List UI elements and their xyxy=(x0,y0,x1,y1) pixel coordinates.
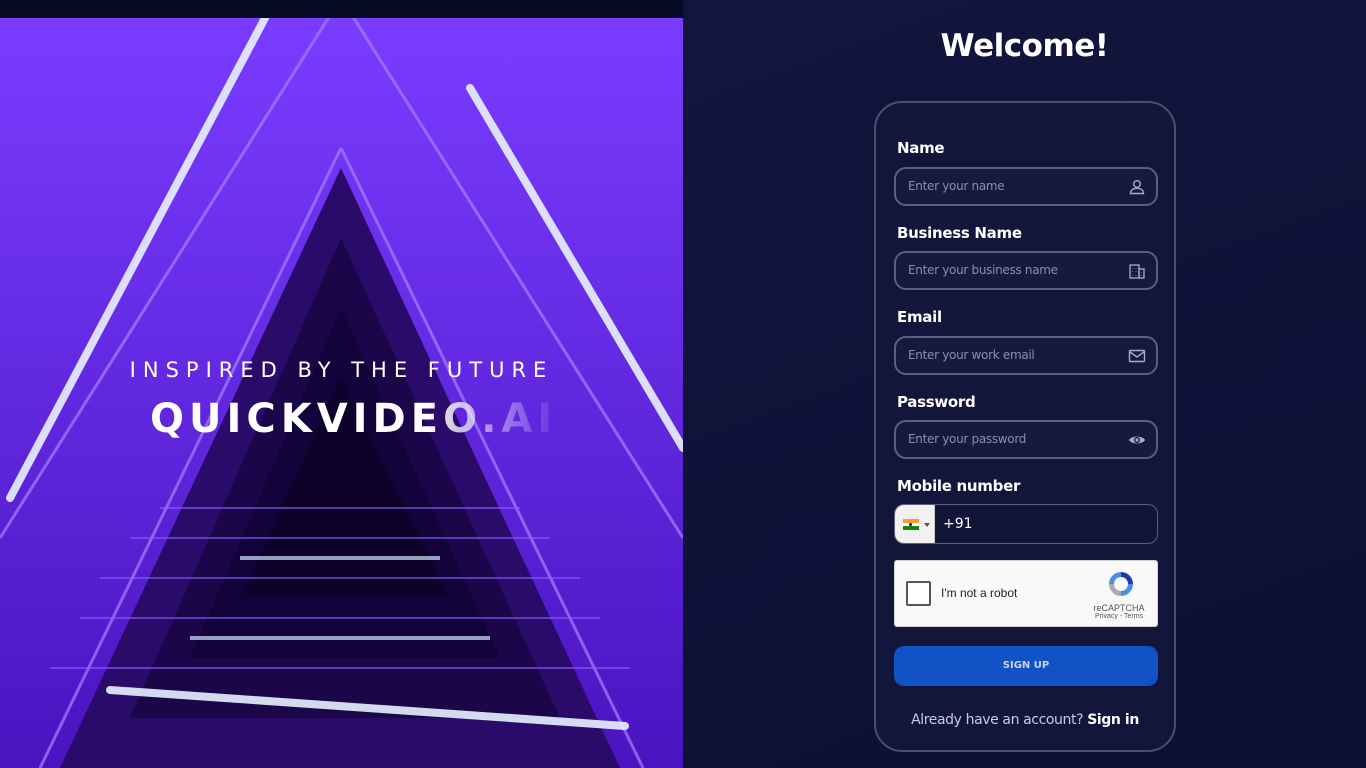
name-input[interactable]: Enter your name xyxy=(894,167,1158,206)
country-code: +91 xyxy=(943,516,973,532)
sign-up-button[interactable]: SIGN UP xyxy=(894,646,1158,686)
mobile-number-label: Mobile number xyxy=(897,477,1021,495)
hero-tagline: INSPIRED BY THE FUTURE xyxy=(129,358,554,382)
user-icon xyxy=(1129,180,1145,195)
hero-panel: INSPIRED BY THE FUTURE QUICKVIDEO.AI xyxy=(0,18,683,768)
country-selector[interactable] xyxy=(895,505,935,543)
password-placeholder: Enter your password xyxy=(908,432,1027,446)
mobile-number-input[interactable]: +91 xyxy=(894,504,1158,544)
signup-form-card: Name Enter your name Business Name Enter… xyxy=(874,101,1176,752)
hero-brand: QUICKVIDEO.AI xyxy=(150,396,558,442)
password-input[interactable]: Enter your password xyxy=(894,420,1158,459)
recaptcha-links[interactable]: Privacy - Terms xyxy=(1081,613,1157,620)
recaptcha-checkbox[interactable] xyxy=(906,581,931,606)
sign-in-link[interactable]: Sign in xyxy=(1087,712,1139,728)
eye-icon[interactable] xyxy=(1128,431,1146,449)
signin-prompt: Already have an account? Sign in xyxy=(876,712,1174,728)
business-name-placeholder: Enter your business name xyxy=(908,263,1058,277)
building-icon xyxy=(1129,264,1145,279)
password-label: Password xyxy=(897,393,976,411)
signin-prompt-text: Already have an account? xyxy=(911,712,1084,728)
mail-icon xyxy=(1128,349,1146,363)
recaptcha-brand: reCAPTCHA xyxy=(1093,603,1145,613)
hero-background-image xyxy=(0,18,683,768)
email-label: Email xyxy=(897,308,942,326)
recaptcha-logo-icon xyxy=(1109,572,1133,596)
name-placeholder: Enter your name xyxy=(908,179,1005,193)
signup-panel: Welcome! Name Enter your name Business N… xyxy=(683,0,1366,768)
india-flag-icon xyxy=(903,519,919,530)
recaptcha-label: I'm not a robot xyxy=(941,586,1018,600)
name-label: Name xyxy=(897,139,945,157)
email-input[interactable]: Enter your work email xyxy=(894,336,1158,375)
recaptcha-widget: I'm not a robot reCAPTCHA Privacy - Term… xyxy=(894,560,1158,627)
chevron-down-icon xyxy=(924,523,930,527)
email-placeholder: Enter your work email xyxy=(908,348,1035,362)
top-strip xyxy=(0,0,683,18)
business-name-input[interactable]: Enter your business name xyxy=(894,251,1158,290)
business-name-label: Business Name xyxy=(897,224,1022,242)
page-title: Welcome! xyxy=(940,28,1109,64)
